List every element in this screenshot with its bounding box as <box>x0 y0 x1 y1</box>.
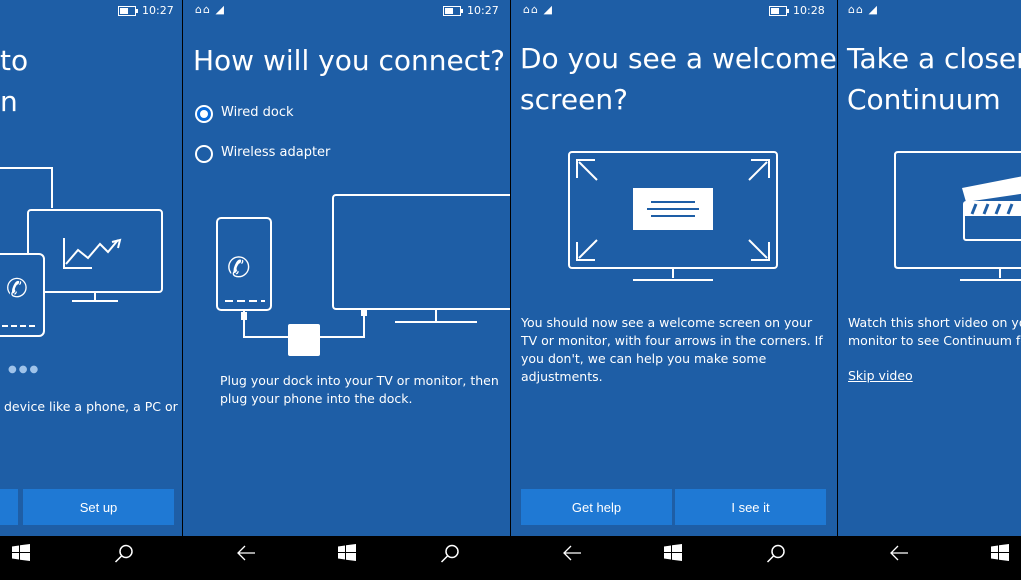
page-title: How will you connect? <box>193 44 505 77</box>
radio-label-wireless: Wireless adapter <box>221 145 331 160</box>
radio-wireless-adapter[interactable] <box>195 145 213 163</box>
search-icon[interactable] <box>766 544 786 564</box>
phone-icon: ✆ <box>227 251 250 284</box>
panel-intro: 10:27 to n ✆ ●●● device like a phone, a … <box>0 0 182 536</box>
windows-icon[interactable] <box>12 544 30 562</box>
windows-icon[interactable] <box>338 544 356 562</box>
battery-icon <box>118 6 138 16</box>
page-title: Take a closer l Continuum <box>847 42 1021 116</box>
back-icon[interactable] <box>236 544 256 562</box>
body-text: device like a phone, a PC or <box>4 399 178 414</box>
back-icon[interactable] <box>889 544 909 562</box>
page-dots: ●●● <box>8 364 41 375</box>
page-title: Do you see a welcome screen? <box>520 42 837 116</box>
i-see-it-button[interactable]: I see it <box>675 489 826 525</box>
signal-icons: ⌂⌂ ◢ <box>848 3 878 16</box>
phone-icon: ✆ <box>6 274 28 304</box>
devices-illustration: ✆ <box>0 167 163 337</box>
panel-connect: ⌂⌂ ◢ 10:27 How will you connect? Wired d… <box>183 0 510 536</box>
body-text: Plug your dock into your TV or monitor, … <box>220 373 499 406</box>
signal-icons: ⌂⌂ ◢ <box>523 3 553 16</box>
setup-button[interactable]: Set up <box>23 489 174 525</box>
windows-icon[interactable] <box>991 544 1009 562</box>
signal-icons: ⌂⌂ ◢ <box>195 3 225 16</box>
video-illustration <box>894 151 1021 281</box>
skip-video-link[interactable]: Skip video <box>848 368 913 383</box>
page-title: to n <box>0 44 29 118</box>
panel-welcome: ⌂⌂ ◢ 10:28 Do you see a welcome screen? … <box>511 0 837 536</box>
body-text: You should now see a welcome screen on y… <box>521 315 823 384</box>
dock-box <box>288 324 320 356</box>
back-button[interactable] <box>0 489 18 525</box>
battery-icon <box>769 6 789 16</box>
radio-wired-dock[interactable] <box>195 105 213 123</box>
search-icon[interactable] <box>114 544 134 564</box>
search-icon[interactable] <box>440 544 460 564</box>
dock-illustration: ✆ <box>216 194 510 356</box>
get-help-button[interactable]: Get help <box>521 489 672 525</box>
back-icon[interactable] <box>562 544 582 562</box>
battery-icon <box>443 6 463 16</box>
radio-label-wired: Wired dock <box>221 105 294 120</box>
status-bar: 10:27 <box>443 4 499 17</box>
welcome-screen-illustration <box>568 151 778 281</box>
nav-bar <box>0 536 1021 580</box>
status-bar: 10:27 <box>118 4 174 17</box>
status-bar: 10:28 <box>769 4 825 17</box>
body-text: Watch this short video on you monitor to … <box>848 315 1021 348</box>
windows-icon[interactable] <box>664 544 682 562</box>
panel-continuum: ⌂⌂ ◢ Take a closer l Continuum Watch thi… <box>838 0 1021 536</box>
